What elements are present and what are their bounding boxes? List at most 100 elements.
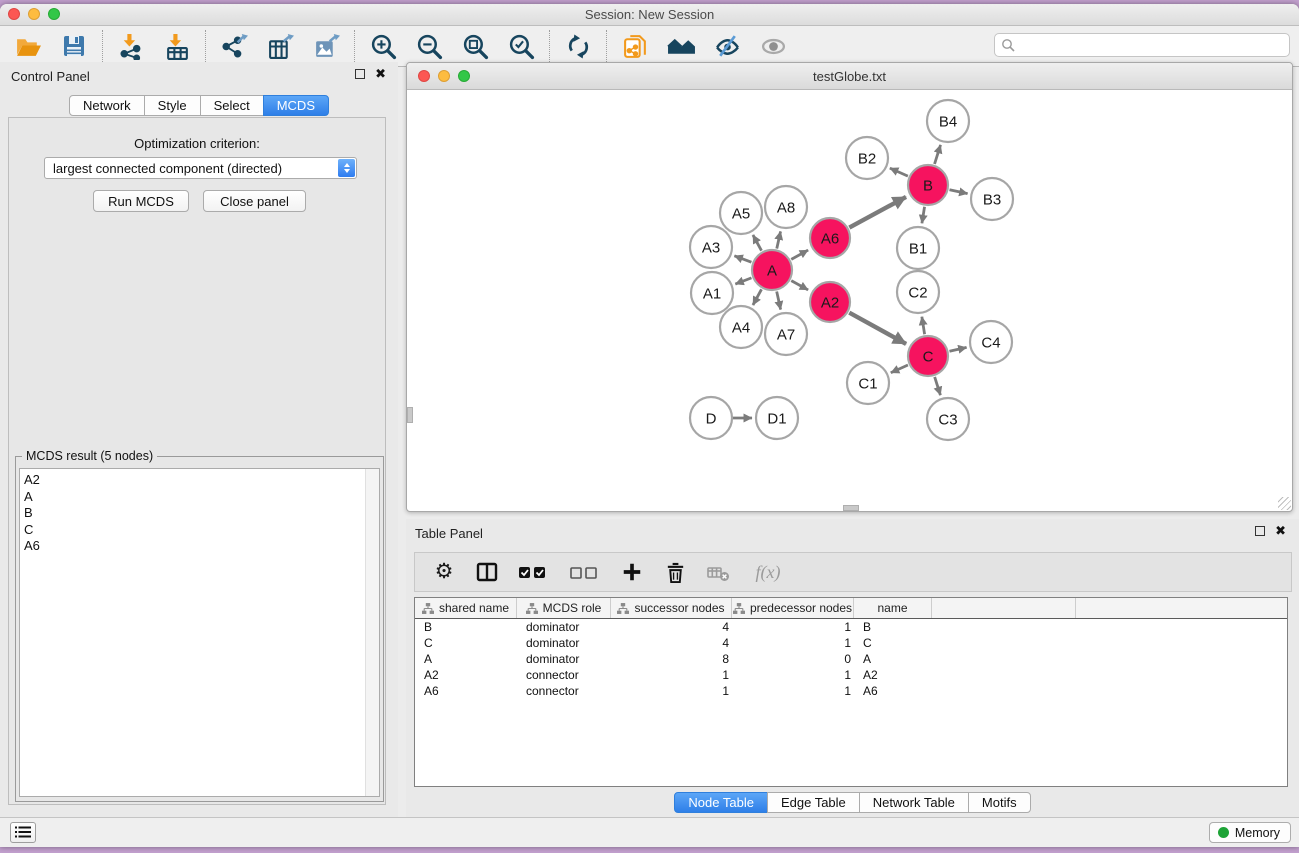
edge-A6-B[interactable] bbox=[849, 197, 906, 228]
task-history-button[interactable] bbox=[10, 822, 36, 843]
splitter-handle[interactable] bbox=[843, 505, 859, 511]
edge-A-A2[interactable] bbox=[791, 281, 808, 290]
cell-name[interactable]: A2 bbox=[854, 668, 932, 682]
edge-A-A8[interactable] bbox=[777, 231, 781, 248]
edge-A-A3[interactable] bbox=[734, 256, 751, 262]
column-header-name[interactable]: name bbox=[854, 598, 932, 618]
mcds-result-item[interactable]: B bbox=[20, 505, 365, 522]
table-row[interactable]: Bdominator41B bbox=[415, 619, 1287, 635]
run-mcds-button[interactable]: Run MCDS bbox=[93, 190, 189, 212]
column-header-successor-nodes[interactable]: successor nodes bbox=[611, 598, 732, 618]
open-session-icon[interactable] bbox=[13, 31, 43, 61]
zoom-in-icon[interactable] bbox=[368, 31, 398, 61]
zoom-out-icon[interactable] bbox=[414, 31, 444, 61]
network-canvas[interactable]: B4B2BB3A8A5A6B1A3AA1C2A2A4A7C4CC1C3DD1 bbox=[408, 90, 1291, 510]
cell-successor-nodes[interactable]: 1 bbox=[611, 684, 732, 698]
edge-C-C2[interactable] bbox=[922, 317, 925, 335]
float-panel-icon[interactable] bbox=[355, 69, 365, 79]
cell-name[interactable]: C bbox=[854, 636, 932, 650]
cell-predecessor-nodes[interactable]: 1 bbox=[732, 636, 854, 650]
edge-C-C3[interactable] bbox=[935, 377, 941, 395]
cell-successor-nodes[interactable]: 4 bbox=[611, 636, 732, 650]
column-header-MCDS-role[interactable]: MCDS role bbox=[517, 598, 611, 618]
edge-A2-C[interactable] bbox=[849, 313, 906, 344]
window-titlebar[interactable]: Session: New Session bbox=[0, 4, 1299, 26]
optimization-criterion-select[interactable]: largest connected component (directed) bbox=[44, 157, 357, 179]
close-panel-icon[interactable]: ✖ bbox=[1275, 526, 1286, 536]
splitter-handle[interactable] bbox=[407, 407, 413, 423]
cell-predecessor-nodes[interactable]: 1 bbox=[732, 684, 854, 698]
column-header-shared-name[interactable]: shared name bbox=[415, 598, 517, 618]
table-row[interactable]: Cdominator41C bbox=[415, 635, 1287, 651]
edge-C-C1[interactable] bbox=[891, 365, 908, 373]
search-input[interactable] bbox=[1015, 36, 1289, 54]
export-image-icon[interactable] bbox=[311, 31, 341, 61]
tab-edge-table[interactable]: Edge Table bbox=[767, 792, 860, 813]
search-field[interactable] bbox=[994, 33, 1290, 57]
cell-predecessor-nodes[interactable]: 1 bbox=[732, 620, 854, 634]
home-icon[interactable] bbox=[666, 31, 696, 61]
table-row[interactable]: A6connector11A6 bbox=[415, 683, 1287, 699]
edge-B-B1[interactable] bbox=[922, 207, 925, 224]
table-options-gear-icon[interactable]: ⚙ bbox=[431, 559, 457, 585]
cell-shared-name[interactable]: B bbox=[415, 620, 517, 634]
edge-A-A1[interactable] bbox=[735, 278, 751, 284]
hide-panels-icon[interactable] bbox=[712, 31, 742, 61]
preview-eye-icon[interactable] bbox=[758, 31, 788, 61]
float-panel-icon[interactable] bbox=[1255, 526, 1265, 536]
tab-mcds[interactable]: MCDS bbox=[263, 95, 329, 116]
mcds-result-item[interactable]: A2 bbox=[20, 472, 365, 489]
scrollbar[interactable] bbox=[365, 469, 379, 796]
column-visibility-icon[interactable] bbox=[474, 559, 500, 585]
cell-MCDS-role[interactable]: connector bbox=[517, 684, 611, 698]
tab-motifs[interactable]: Motifs bbox=[968, 792, 1031, 813]
edge-B-B2[interactable] bbox=[890, 168, 908, 176]
resize-grip-icon[interactable] bbox=[1278, 497, 1291, 510]
cell-successor-nodes[interactable]: 4 bbox=[611, 620, 732, 634]
cell-shared-name[interactable]: C bbox=[415, 636, 517, 650]
edge-A-A4[interactable] bbox=[753, 289, 762, 305]
import-network-icon[interactable] bbox=[116, 31, 146, 61]
tab-select[interactable]: Select bbox=[200, 95, 264, 116]
memory-button[interactable]: Memory bbox=[1209, 822, 1291, 843]
cell-successor-nodes[interactable]: 1 bbox=[611, 668, 732, 682]
save-session-icon[interactable] bbox=[59, 31, 89, 61]
mcds-result-list[interactable]: A2ABCA6 bbox=[19, 468, 380, 797]
network-graph[interactable]: B4B2BB3A8A5A6B1A3AA1C2A2A4A7C4CC1C3DD1 bbox=[408, 90, 1291, 510]
close-panel-icon[interactable]: ✖ bbox=[375, 69, 386, 79]
tab-network-table[interactable]: Network Table bbox=[859, 792, 969, 813]
zoom-fit-icon[interactable] bbox=[460, 31, 490, 61]
cell-name[interactable]: B bbox=[854, 620, 932, 634]
column-header-predecessor-nodes[interactable]: predecessor nodes bbox=[732, 598, 854, 618]
table-row[interactable]: A2connector11A2 bbox=[415, 667, 1287, 683]
cell-shared-name[interactable]: A bbox=[415, 652, 517, 666]
network-window-titlebar[interactable]: testGlobe.txt bbox=[407, 63, 1292, 90]
table-row[interactable]: Adominator80A bbox=[415, 651, 1287, 667]
tab-network[interactable]: Network bbox=[69, 95, 145, 116]
cell-predecessor-nodes[interactable]: 0 bbox=[732, 652, 854, 666]
cell-MCDS-role[interactable]: dominator bbox=[517, 652, 611, 666]
cell-successor-nodes[interactable]: 8 bbox=[611, 652, 732, 666]
export-table-icon[interactable] bbox=[265, 31, 295, 61]
deselect-all-icon[interactable] bbox=[568, 559, 602, 585]
edge-A-A6[interactable] bbox=[791, 250, 808, 259]
cell-name[interactable]: A bbox=[854, 652, 932, 666]
export-network-icon[interactable] bbox=[219, 31, 249, 61]
edge-B-B4[interactable] bbox=[935, 145, 941, 164]
refresh-layout-icon[interactable] bbox=[563, 31, 593, 61]
cell-MCDS-role[interactable]: dominator bbox=[517, 636, 611, 650]
close-panel-button[interactable]: Close panel bbox=[203, 190, 306, 212]
select-stepper-icon[interactable] bbox=[338, 159, 355, 177]
create-column-icon[interactable] bbox=[619, 559, 645, 585]
edge-C-C4[interactable] bbox=[949, 347, 966, 351]
mcds-result-item[interactable]: C bbox=[20, 522, 365, 539]
delete-column-icon[interactable] bbox=[662, 559, 688, 585]
edge-A-A7[interactable] bbox=[777, 291, 781, 309]
tab-node-table[interactable]: Node Table bbox=[674, 792, 768, 813]
cell-MCDS-role[interactable]: connector bbox=[517, 668, 611, 682]
cell-MCDS-role[interactable]: dominator bbox=[517, 620, 611, 634]
cell-shared-name[interactable]: A2 bbox=[415, 668, 517, 682]
tab-style[interactable]: Style bbox=[144, 95, 201, 116]
cell-shared-name[interactable]: A6 bbox=[415, 684, 517, 698]
clone-network-icon[interactable] bbox=[620, 31, 650, 61]
